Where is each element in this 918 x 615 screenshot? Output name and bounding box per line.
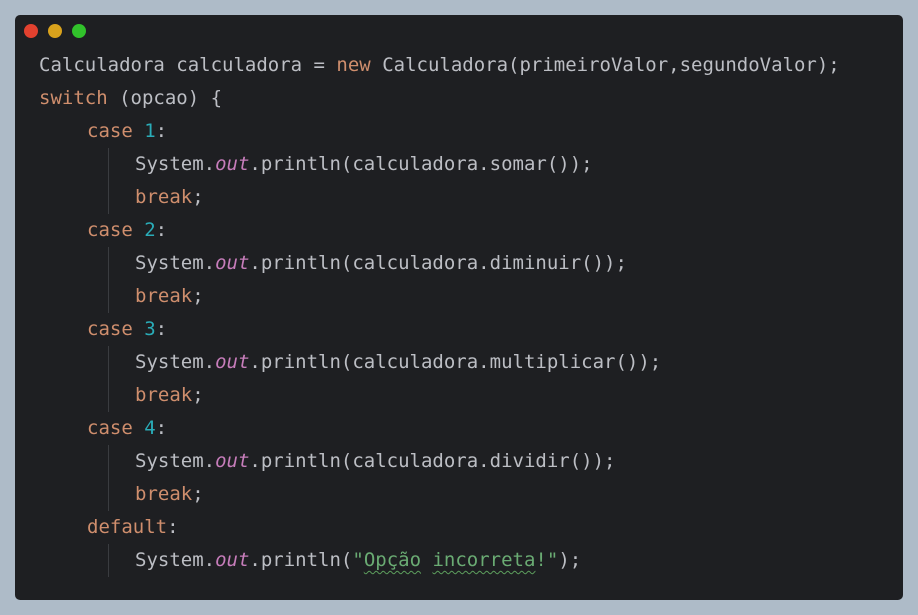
- indent-guide: [108, 148, 109, 181]
- code-text: :: [155, 318, 168, 340]
- case-line: case 4:: [39, 412, 893, 445]
- string-literal: [421, 549, 432, 571]
- keyword-new: new: [336, 54, 371, 76]
- code-line: break;: [39, 379, 893, 412]
- code-text: System.: [135, 450, 216, 472]
- keyword-break: break: [135, 285, 193, 307]
- case-line: case 3:: [39, 313, 893, 346]
- code-text: .println(calculadora.diminuir());: [249, 252, 627, 274]
- indent-guide: [108, 181, 109, 214]
- static-field: out: [215, 351, 250, 373]
- minimize-button[interactable]: [48, 24, 62, 38]
- code-line: System.out.println(calculadora.somar());: [39, 148, 893, 181]
- keyword-switch: switch: [39, 87, 108, 109]
- code-block: Calculadora calculadora = new Calculador…: [39, 49, 893, 577]
- code-text: ;: [192, 384, 204, 406]
- code-text: .println(calculadora.somar());: [249, 153, 593, 175]
- code-line: break;: [39, 478, 893, 511]
- code-text: Calculadora(primeiroValor,segundoValor);: [370, 54, 840, 76]
- code-window: Calculadora calculadora = new Calculador…: [15, 15, 903, 600]
- string-literal-typo: Opção: [363, 549, 422, 571]
- keyword-case: case: [87, 219, 133, 241]
- code-text: (opcao) {: [107, 87, 223, 109]
- code-text: System.: [135, 153, 216, 175]
- code-line: break;: [39, 181, 893, 214]
- keyword-break: break: [135, 186, 193, 208]
- case-number: 3: [144, 318, 156, 340]
- code-line: System.out.println(calculadora.diminuir(…: [39, 247, 893, 280]
- string-literal: !": [535, 549, 559, 571]
- code-line: System.out.println(calculadora.multiplic…: [39, 346, 893, 379]
- maximize-button[interactable]: [72, 24, 86, 38]
- keyword-case: case: [87, 417, 133, 439]
- indent-guide: [108, 379, 109, 412]
- static-field: out: [215, 153, 250, 175]
- indent-guide: [108, 247, 109, 280]
- indent-guide: [108, 544, 109, 577]
- code-text: System.: [135, 252, 216, 274]
- code-line: Calculadora calculadora = new Calculador…: [39, 49, 893, 82]
- code-text: .println(calculadora.multiplicar());: [249, 351, 662, 373]
- code-text: .println(: [249, 549, 353, 571]
- indent-guide: [108, 445, 109, 478]
- indent-guide: [108, 346, 109, 379]
- code-line: switch (opcao) {: [39, 82, 893, 115]
- code-text: System.: [135, 351, 216, 373]
- case-number: 1: [144, 120, 156, 142]
- indent-guide: [108, 280, 109, 313]
- code-text: ;: [192, 285, 204, 307]
- code-text: :: [155, 120, 168, 142]
- keyword-case: case: [87, 318, 133, 340]
- code-text: );: [558, 549, 582, 571]
- case-line: case 1:: [39, 115, 893, 148]
- string-literal: ": [352, 549, 364, 571]
- static-field: out: [215, 252, 250, 274]
- close-button[interactable]: [24, 24, 38, 38]
- indent-guide: [108, 478, 109, 511]
- keyword-case: case: [87, 120, 133, 142]
- default-line: default:: [39, 511, 893, 544]
- code-line: System.out.println(calculadora.dividir()…: [39, 445, 893, 478]
- keyword-break: break: [135, 384, 193, 406]
- code-text: .println(calculadora.dividir());: [249, 450, 616, 472]
- static-field: out: [215, 450, 250, 472]
- keyword-break: break: [135, 483, 193, 505]
- code-text: :: [167, 516, 179, 538]
- case-line: case 2:: [39, 214, 893, 247]
- keyword-default: default: [87, 516, 168, 538]
- code-text: ;: [192, 483, 204, 505]
- code-text: Calculadora calculadora =: [39, 54, 337, 76]
- code-text: :: [155, 219, 168, 241]
- code-text: :: [155, 417, 168, 439]
- case-number: 4: [144, 417, 156, 439]
- code-line: System.out.println("Opção incorreta!");: [39, 544, 893, 577]
- code-line: break;: [39, 280, 893, 313]
- static-field: out: [215, 549, 250, 571]
- code-text: ;: [192, 186, 204, 208]
- code-text: System.: [135, 549, 216, 571]
- string-literal-typo: incorreta: [432, 549, 536, 571]
- case-number: 2: [144, 219, 156, 241]
